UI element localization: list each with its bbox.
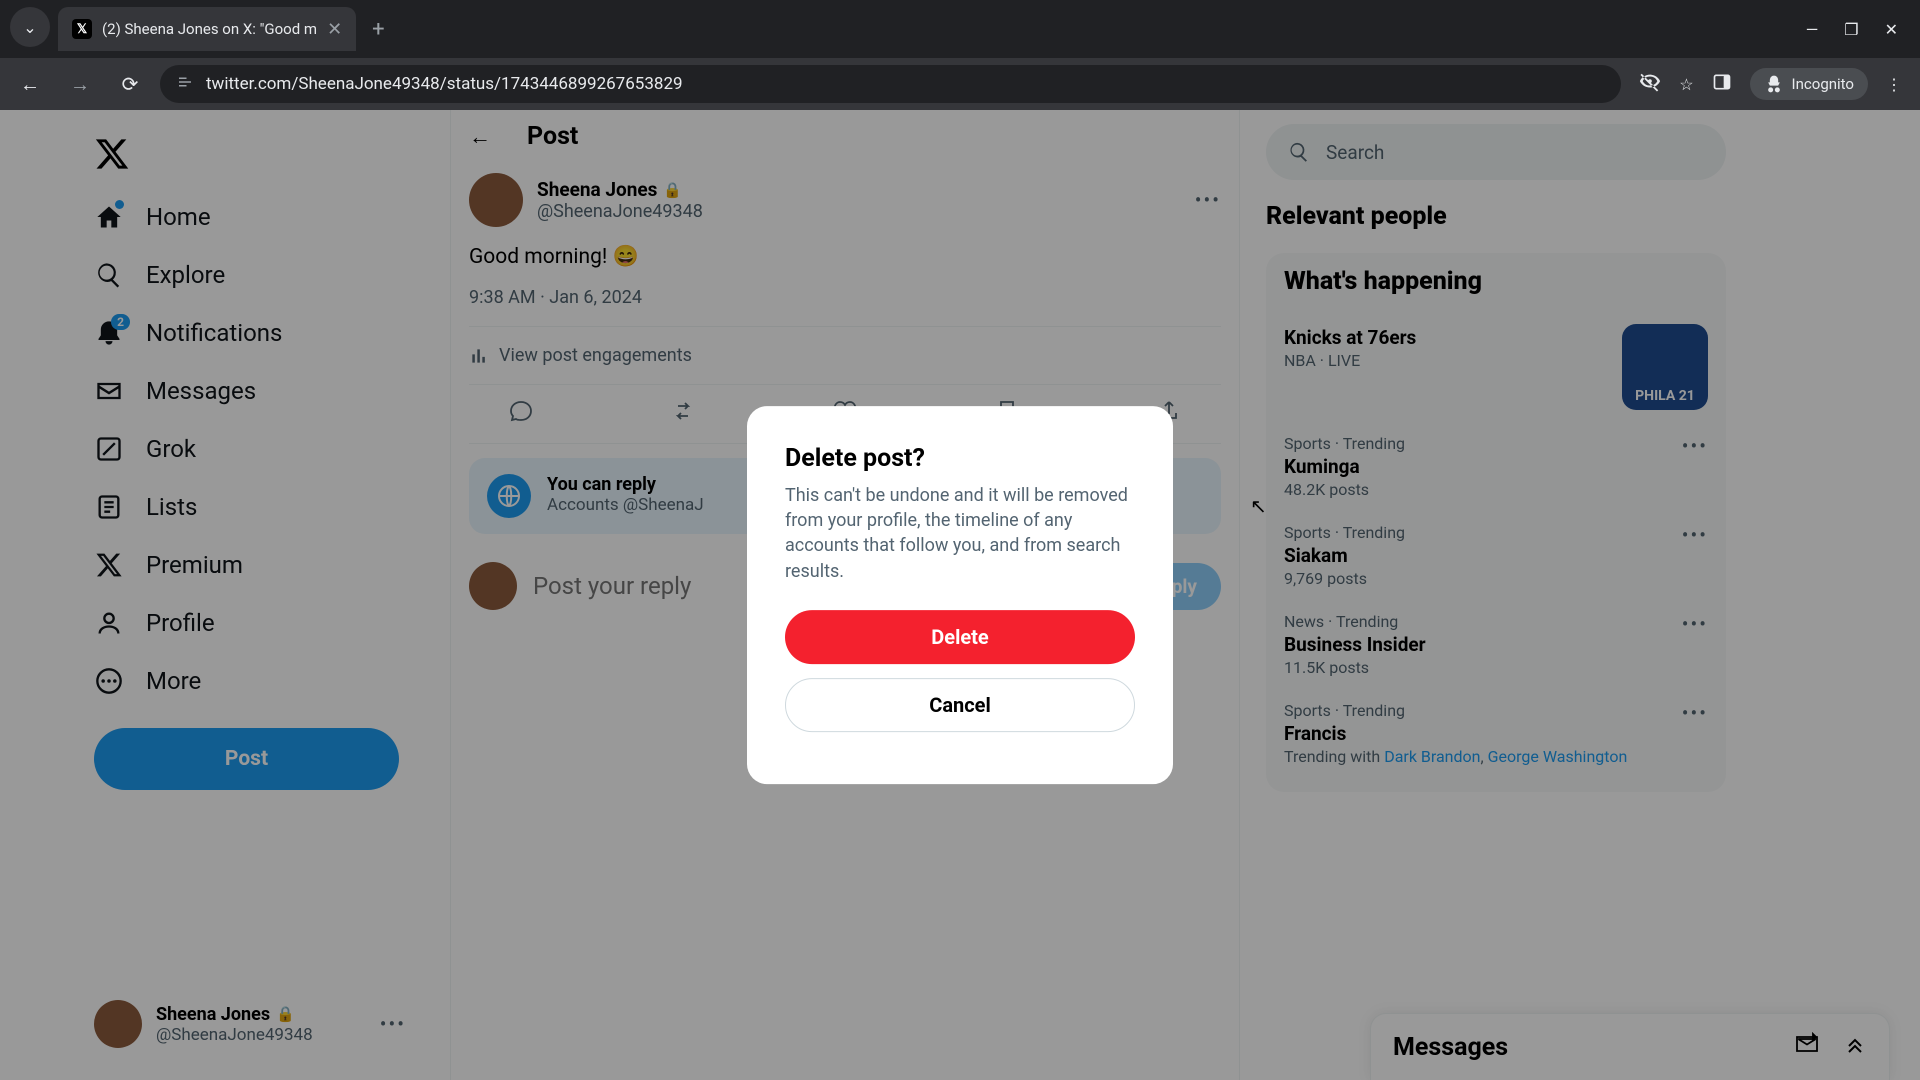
tab-favicon: 𝕏 bbox=[72, 19, 92, 39]
modal-title: Delete post? bbox=[785, 444, 1135, 473]
tab-strip: ⌄ 𝕏 (2) Sheena Jones on X: "Good m ✕ + bbox=[0, 0, 401, 58]
bookmark-icon[interactable]: ☆ bbox=[1679, 75, 1693, 94]
address-bar[interactable]: twitter.com/SheenaJone49348/status/17434… bbox=[160, 65, 1621, 103]
browser-menu-button[interactable]: ⋮ bbox=[1886, 75, 1902, 94]
site-settings-icon[interactable] bbox=[176, 73, 194, 96]
delete-post-modal: Delete post? This can't be undone and it… bbox=[747, 406, 1173, 784]
new-tab-button[interactable]: + bbox=[356, 17, 400, 42]
incognito-badge[interactable]: Incognito bbox=[1750, 68, 1868, 100]
tab-close-button[interactable]: ✕ bbox=[327, 19, 342, 40]
reload-button[interactable]: ⟳ bbox=[110, 64, 150, 104]
incognito-label: Incognito bbox=[1792, 75, 1854, 93]
tab-title: (2) Sheena Jones on X: "Good m bbox=[102, 20, 317, 38]
side-panel-icon[interactable] bbox=[1712, 72, 1732, 96]
page-content: Home Explore 2 Notifications Messages Gr… bbox=[0, 110, 1920, 1080]
browser-tab[interactable]: 𝕏 (2) Sheena Jones on X: "Good m ✕ bbox=[58, 7, 356, 51]
delete-button[interactable]: Delete bbox=[785, 610, 1135, 664]
close-window-button[interactable]: ✕ bbox=[1885, 20, 1898, 39]
window-controls: — ❐ ✕ bbox=[1784, 20, 1920, 39]
forward-button[interactable]: → bbox=[60, 64, 100, 104]
tab-search-button[interactable]: ⌄ bbox=[10, 7, 50, 47]
tab-strip-row: ⌄ 𝕏 (2) Sheena Jones on X: "Good m ✕ + —… bbox=[0, 0, 1920, 58]
maximize-button[interactable]: ❐ bbox=[1844, 20, 1858, 39]
minimize-button[interactable]: — bbox=[1806, 20, 1819, 39]
cancel-button[interactable]: Cancel bbox=[785, 678, 1135, 732]
toolbar-right: ☆ Incognito ⋮ bbox=[1631, 68, 1910, 100]
back-button[interactable]: ← bbox=[10, 64, 50, 104]
url-text: twitter.com/SheenaJone49348/status/17434… bbox=[206, 74, 683, 94]
tracking-icon[interactable] bbox=[1639, 71, 1661, 97]
modal-text: This can't be undone and it will be remo… bbox=[785, 483, 1135, 584]
browser-toolbar: ← → ⟳ twitter.com/SheenaJone49348/status… bbox=[0, 58, 1920, 110]
